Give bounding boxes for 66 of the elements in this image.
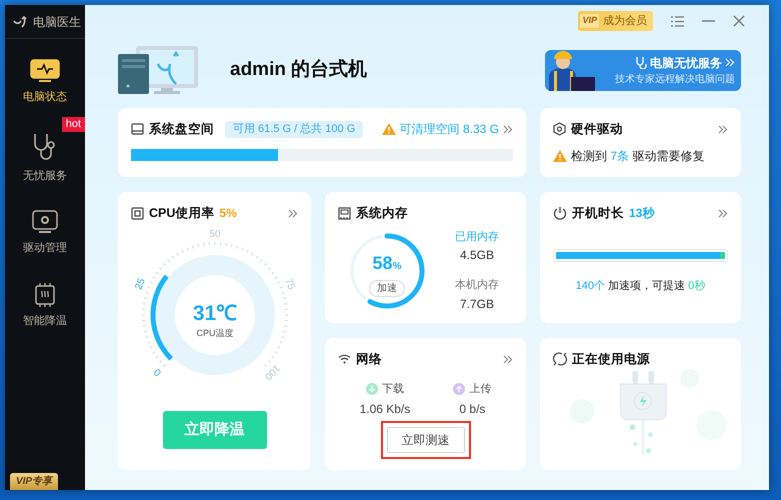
sidebar-item[interactable]: 电脑状态 <box>5 49 85 114</box>
gauge-scale-label: 0 <box>152 366 164 378</box>
gauge-scale-label: 100 <box>262 362 282 382</box>
chip-icon <box>131 206 144 220</box>
hexagon-icon <box>553 122 566 136</box>
more-icon[interactable] <box>503 354 513 364</box>
stethoscope-icon <box>635 56 647 69</box>
upload-icon <box>453 383 466 395</box>
memory-icon <box>338 206 351 220</box>
speed-test-button[interactable]: 立即测速 <box>386 427 464 454</box>
boot-time-value: 13秒 <box>629 205 654 222</box>
more-icon <box>725 58 735 67</box>
gauge-scale-label: 25 <box>132 276 148 292</box>
total-memory-label: 本机内存 <box>455 278 499 294</box>
cpu-usage: 5% <box>219 205 237 222</box>
hot-badge: hot <box>62 116 85 132</box>
boot-message: 140个 加速项，可提速 0秒 <box>574 278 706 294</box>
gauge-scale-label: 75 <box>282 276 296 292</box>
vip-badge[interactable]: VIP专享 <box>10 473 58 490</box>
warning-icon <box>553 150 567 162</box>
menu-icon[interactable] <box>671 16 684 26</box>
card-title: CPU使用率 <box>149 205 214 222</box>
boost-button[interactable]: 加速 <box>369 280 405 297</box>
close-icon[interactable] <box>733 15 745 27</box>
warning-icon <box>382 123 396 136</box>
chip-icon <box>33 282 57 306</box>
card-title: 网络 <box>356 351 382 368</box>
card-title: 正在使用电源 <box>572 351 650 368</box>
member-button[interactable]: VIP 成为会员 <box>578 10 653 32</box>
more-icon[interactable] <box>718 208 728 218</box>
card-title: 系统内存 <box>356 205 408 222</box>
logo-icon <box>13 14 29 28</box>
wifi-icon <box>338 354 351 364</box>
drive-icon <box>131 123 144 136</box>
more-icon[interactable] <box>503 124 513 134</box>
minimize-icon[interactable] <box>702 20 715 22</box>
driver-message: 检测到 7条 驱动需要修复 <box>571 148 704 165</box>
memory-percent: 58% <box>372 252 402 275</box>
sidebar-item[interactable]: 无忧服务 <box>5 132 85 192</box>
more-icon[interactable] <box>288 208 298 218</box>
device-title: admin 的台式机 <box>230 58 368 82</box>
monitor-icon <box>30 59 60 83</box>
sidebar-item[interactable]: 驱动管理 <box>5 200 85 264</box>
sidebar-item[interactable]: 智能降温 <box>5 272 85 337</box>
gauge-scale-label: 50 <box>208 228 220 240</box>
gear-icon <box>32 210 58 234</box>
card-title: 系统盘空间 <box>149 121 214 138</box>
upload-speed: 0 b/s <box>458 401 486 418</box>
download-speed: 1.06 Kb/s <box>360 401 410 418</box>
download-icon <box>366 383 378 395</box>
card-title: 硬件驱动 <box>571 121 623 138</box>
app-title: 电脑医生 <box>33 14 81 30</box>
power-icon <box>553 206 567 220</box>
used-memory-label: 已用内存 <box>455 230 499 245</box>
total-memory-value: 7.7GB <box>460 296 494 313</box>
card-title: 开机时长 <box>572 205 624 222</box>
banner-title: 电脑无忧服务 <box>650 54 722 72</box>
used-memory-value: 4.5GB <box>460 247 494 264</box>
boot-bonus-fill <box>720 252 725 259</box>
banner-subtitle: 技术专家远程解决电脑问题 <box>615 72 735 86</box>
download-label: 下载 <box>382 382 404 397</box>
temperature-value: 31℃ <box>192 302 237 325</box>
temperature-label: CPU温度 <box>196 328 233 338</box>
more-icon[interactable] <box>718 124 728 134</box>
disk-usage: 可用 61.5 G / 总共 100 G <box>225 121 364 138</box>
upload-label: 上传 <box>469 382 492 397</box>
